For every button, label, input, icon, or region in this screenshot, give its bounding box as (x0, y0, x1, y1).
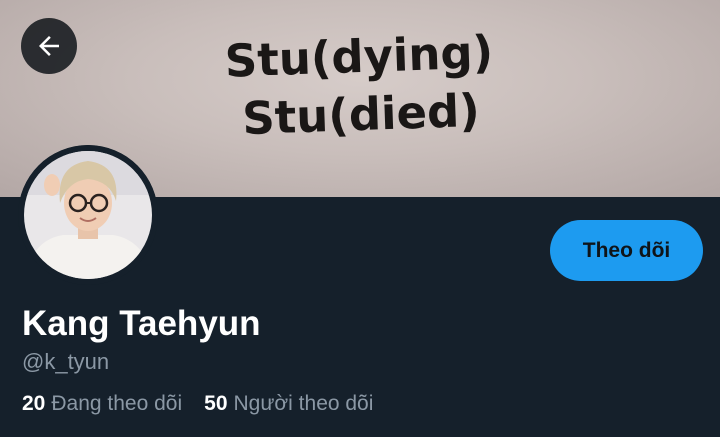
arrow-left-icon (39, 36, 59, 56)
display-name: Kang Taehyun (22, 304, 261, 343)
back-button[interactable] (21, 18, 77, 74)
follow-button[interactable]: Theo dõi (550, 220, 703, 281)
user-handle: @k_tyun (22, 349, 110, 374)
following-count: 20 (22, 392, 46, 415)
avatar-photo (18, 145, 158, 285)
followers-label: Người theo dõi (233, 392, 374, 415)
followers-link[interactable]: 50 Người theo dõi (204, 390, 373, 418)
followers-count: 50 (204, 392, 228, 415)
following-label: Đang theo dõi (51, 392, 183, 415)
banner-text: Stu(dying) Stu(died) (0, 15, 720, 156)
following-link[interactable]: 20 Đang theo dõi (22, 390, 182, 418)
avatar[interactable] (18, 145, 158, 285)
follow-stats: 20 Đang theo dõi 50 Người theo dõi (22, 390, 395, 418)
